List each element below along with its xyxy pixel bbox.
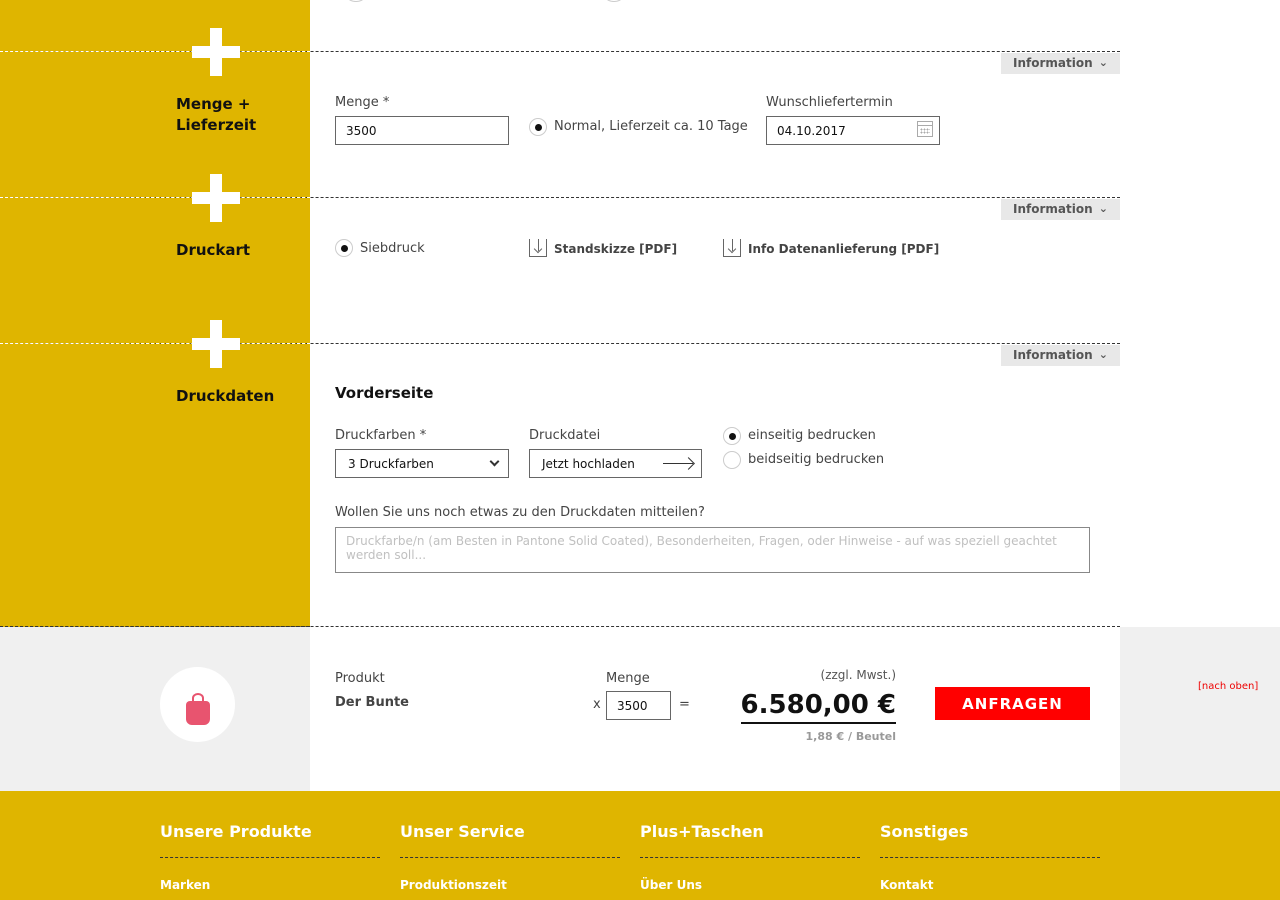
product-name: Der Bunte <box>335 695 409 710</box>
anfragen-button[interactable]: ANFRAGEN <box>935 687 1090 720</box>
footer-column-title: Sonstiges <box>880 822 969 841</box>
total-price: 6.580,00 € <box>740 688 896 724</box>
summary-left-panel <box>0 627 310 791</box>
beidseitig-radio[interactable] <box>723 451 741 469</box>
druckdatei-label: Druckdatei <box>529 428 601 443</box>
siebdruck-radio[interactable] <box>335 239 353 257</box>
vorderseite-heading: Vorderseite <box>335 384 434 402</box>
multiply-sign: x <box>593 697 601 712</box>
druckfarben-value: 3 Druckfarben <box>348 457 434 471</box>
footer: Unsere Produkte Marken Unser Service Pro… <box>0 791 1280 900</box>
info-label: Information <box>1013 56 1093 70</box>
section-title-line: Menge + <box>176 95 251 113</box>
message-label: Wollen Sie uns noch etwas zu den Druckda… <box>335 505 705 520</box>
summary-menge-label: Menge <box>606 671 650 686</box>
message-textarea[interactable] <box>335 527 1090 573</box>
standskizze-link[interactable]: Standskizze [PDF] <box>554 242 677 256</box>
menge-input[interactable]: 3500 <box>335 116 509 145</box>
expand-plus-icon[interactable] <box>192 28 240 76</box>
expand-plus-icon[interactable] <box>192 320 240 368</box>
chevron-down-icon: ⌄ <box>1098 202 1108 215</box>
bag-icon <box>184 693 212 725</box>
section-divider <box>0 51 1120 52</box>
section-divider <box>0 197 1120 198</box>
arrow-right-icon <box>663 463 693 464</box>
footer-column-title: Unsere Produkte <box>160 822 312 841</box>
section-title-menge: Menge + Lieferzeit <box>176 94 256 136</box>
footer-link[interactable]: Produktionszeit <box>400 878 507 892</box>
chevron-down-icon: ⌄ <box>1098 348 1108 361</box>
beidseitig-label: beidseitig bedrucken <box>748 452 885 467</box>
info-toggle-menge[interactable]: Information ⌄ <box>1001 53 1120 74</box>
top-radio-partial <box>346 0 366 2</box>
chevron-down-icon <box>489 456 500 467</box>
section-title-druckdaten: Druckdaten <box>176 387 275 405</box>
info-toggle-druckdaten[interactable]: Information ⌄ <box>1001 345 1120 366</box>
download-icon[interactable] <box>723 239 741 257</box>
footer-divider <box>640 857 860 858</box>
footer-divider <box>160 857 380 858</box>
summary-right-panel <box>1120 627 1280 791</box>
delivery-normal-label: Normal, Lieferzeit ca. 10 Tage <box>554 119 748 134</box>
footer-divider <box>400 857 620 858</box>
wunsch-date-input[interactable]: 04.10.2017 <box>766 116 940 145</box>
info-toggle-druckart[interactable]: Information ⌄ <box>1001 199 1120 220</box>
siebdruck-label: Siebdruck <box>360 241 425 256</box>
product-label: Produkt <box>335 671 385 686</box>
section-title-line: Lieferzeit <box>176 116 257 134</box>
druckfarben-label: Druckfarben * <box>335 428 427 443</box>
einseitig-radio[interactable] <box>723 427 741 445</box>
info-label: Information <box>1013 348 1093 362</box>
menge-label: Menge * <box>335 95 390 110</box>
footer-column-title: Unser Service <box>400 822 525 841</box>
unit-price: 1,88 € / Beutel <box>805 730 896 743</box>
chevron-down-icon: ⌄ <box>1098 56 1108 69</box>
druckfarben-select[interactable]: 3 Druckfarben <box>335 449 509 478</box>
section-title-druckart: Druckart <box>176 241 251 259</box>
footer-link[interactable]: Über Uns <box>640 878 702 892</box>
summary-menge-input[interactable]: 3500 <box>606 691 671 720</box>
expand-plus-icon[interactable] <box>192 174 240 222</box>
datenanlieferung-link[interactable]: Info Datenanlieferung [PDF] <box>748 242 939 256</box>
product-thumbnail <box>160 667 235 742</box>
footer-divider <box>880 857 1100 858</box>
delivery-normal-radio[interactable] <box>529 118 547 136</box>
back-to-top-link[interactable]: [nach oben] <box>1198 681 1258 692</box>
sidebar <box>0 0 310 627</box>
top-radio-partial <box>604 0 624 2</box>
footer-column-title: Plus+Taschen <box>640 822 764 841</box>
wunsch-label: Wunschliefertermin <box>766 95 893 110</box>
equals-sign: = <box>679 697 690 712</box>
info-label: Information <box>1013 202 1093 216</box>
tax-note: (zzgl. Mwst.) <box>820 668 896 682</box>
calendar-icon[interactable] <box>917 121 933 137</box>
upload-button[interactable]: Jetzt hochladen <box>529 449 702 478</box>
upload-label: Jetzt hochladen <box>542 457 635 471</box>
footer-link[interactable]: Marken <box>160 878 210 892</box>
footer-link[interactable]: Kontakt <box>880 878 933 892</box>
download-icon[interactable] <box>529 239 547 257</box>
section-divider <box>0 343 1120 344</box>
einseitig-label: einseitig bedrucken <box>748 428 876 443</box>
